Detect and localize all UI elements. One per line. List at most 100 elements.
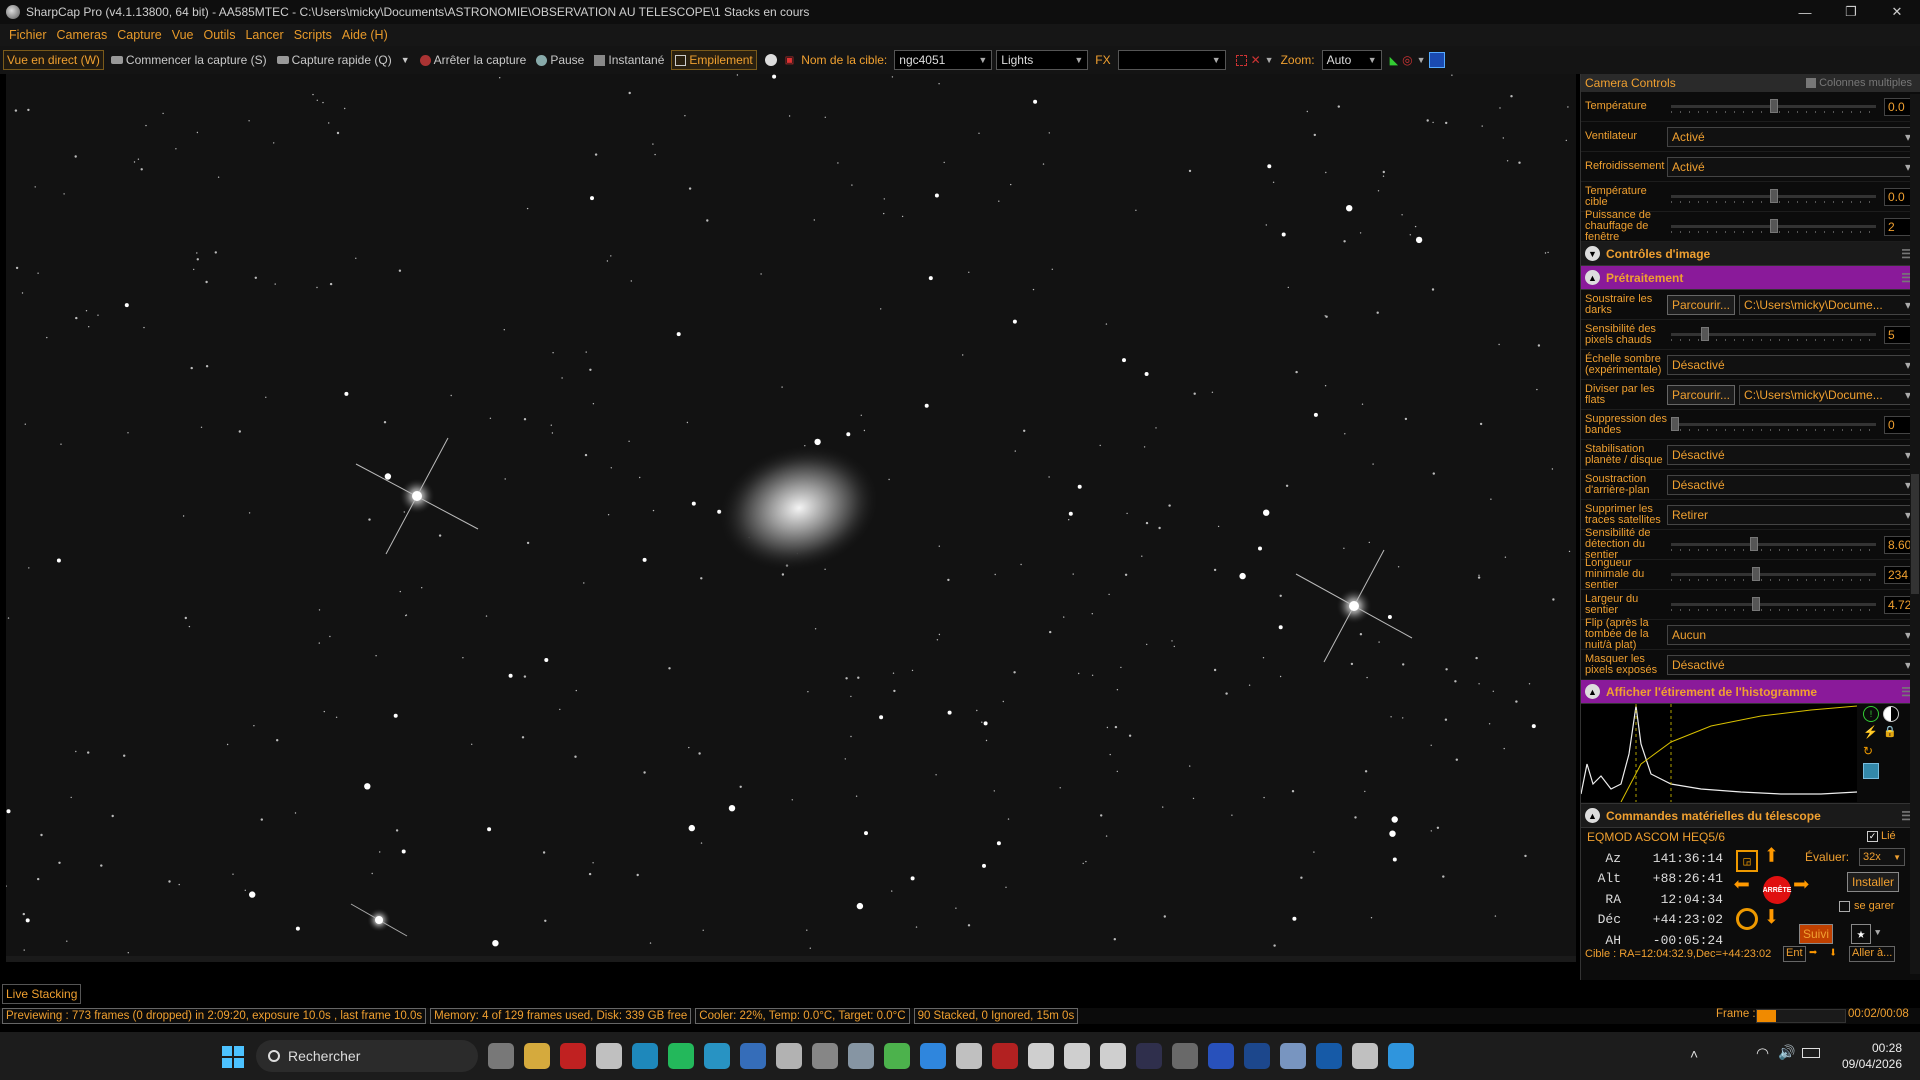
panel-scrollbar-thumb[interactable]	[1911, 474, 1919, 594]
tracking-button[interactable]: Suivi	[1799, 924, 1834, 944]
setting-dropdown[interactable]: Retirer ▾	[1667, 504, 1916, 525]
histogram-display[interactable]: ! ⚡ ↻ 🔒	[1580, 704, 1920, 804]
file-path-dropdown[interactable]: C:\Users\micky\Docume... ▾	[1739, 294, 1916, 315]
app-icon[interactable]	[1100, 1043, 1126, 1069]
taskbar-search[interactable]: Rechercher	[256, 1040, 478, 1072]
setting-dropdown[interactable]: Activé ▾	[1667, 156, 1916, 177]
volume-icon[interactable]: 🔊	[1778, 1044, 1795, 1061]
app-icon[interactable]	[848, 1043, 874, 1069]
minimize-button[interactable]: —	[1782, 0, 1828, 24]
live-view-button[interactable]: Vue en direct (W)	[3, 50, 104, 70]
menu-aide[interactable]: Aide (H)	[342, 28, 388, 42]
slider-thumb[interactable]	[1752, 596, 1761, 611]
sharpcap-icon[interactable]	[812, 1043, 838, 1069]
arrow-left-icon[interactable]: ⬅	[1733, 874, 1763, 904]
setting-slider[interactable]	[1667, 97, 1880, 117]
reticle-icon[interactable]: ✕	[1251, 53, 1261, 67]
setting-dropdown[interactable]: Désactivé ▾	[1667, 444, 1916, 465]
app-icon[interactable]	[956, 1043, 982, 1069]
enter-target-button[interactable]: Ent	[1783, 946, 1806, 962]
selection-rect-icon[interactable]	[1235, 54, 1247, 66]
image-controls-section[interactable]: ▼ Contrôles d'image ☰	[1581, 242, 1920, 266]
checkbox[interactable]	[1806, 78, 1817, 88]
app-icon[interactable]	[1388, 1043, 1414, 1069]
close-button[interactable]: ✕	[1874, 0, 1920, 24]
linked-toggle[interactable]: ✓ Lié	[1867, 830, 1896, 842]
live-stacking-tab[interactable]: Live Stacking	[2, 984, 82, 1004]
focus-icon[interactable]: ◎	[1402, 53, 1412, 67]
app-icon[interactable]	[1316, 1043, 1342, 1069]
moon-icon[interactable]	[764, 54, 777, 66]
app-icon[interactable]	[560, 1043, 586, 1069]
arrow-right-icon[interactable]: ➡	[1809, 945, 1817, 962]
preview-image[interactable]	[6, 74, 1576, 956]
app-icon[interactable]	[1028, 1043, 1054, 1069]
setting-slider[interactable]	[1667, 325, 1880, 345]
goto-button[interactable]: Aller à...	[1849, 946, 1896, 962]
start-capture-button[interactable]: Commencer la capture (S)	[108, 51, 270, 69]
zoom-combo[interactable]: Auto ▼	[1321, 50, 1382, 70]
setting-slider[interactable]	[1667, 535, 1880, 555]
whatsapp-icon[interactable]	[668, 1043, 694, 1069]
setting-dropdown[interactable]: Activé ▾	[1667, 126, 1916, 147]
stop-capture-button[interactable]: Arrêter la capture	[417, 51, 530, 69]
app-icon[interactable]	[1172, 1043, 1198, 1069]
taskbar-clock[interactable]: 00:28 09/04/2026	[1838, 1040, 1902, 1072]
fx-combo[interactable]: ▼	[1117, 50, 1226, 70]
quick-capture-button[interactable]: Capture rapide (Q) ▼	[274, 51, 413, 69]
file-path-dropdown[interactable]: C:\Users\micky\Docume... ▾	[1739, 384, 1916, 405]
setting-slider[interactable]	[1667, 187, 1880, 207]
menu-vue[interactable]: Vue	[172, 28, 194, 42]
slider-thumb[interactable]	[1770, 218, 1779, 233]
rate-select[interactable]: 32x ▼	[1859, 848, 1905, 866]
setting-slider[interactable]	[1667, 595, 1880, 615]
setting-dropdown[interactable]: Désactivé ▾	[1667, 654, 1916, 675]
arrow-right-icon[interactable]: ➡	[1793, 874, 1823, 904]
histogram-icon[interactable]: ◣	[1390, 54, 1398, 67]
notion-icon[interactable]	[596, 1043, 622, 1069]
battery-icon[interactable]	[1802, 1048, 1820, 1058]
setting-dropdown[interactable]: Désactivé ▾	[1667, 354, 1916, 375]
windows-start-icon[interactable]	[222, 1046, 244, 1068]
preprocessing-section[interactable]: ▲ Prétraitement ☰	[1581, 266, 1920, 290]
star-icon[interactable]: ★	[1851, 924, 1871, 944]
menu-cameras[interactable]: Cameras	[57, 28, 108, 42]
snapshot-button[interactable]: Instantané	[591, 51, 667, 69]
arrow-down-icon[interactable]: ⬇	[1763, 906, 1791, 936]
setting-slider[interactable]	[1667, 217, 1880, 237]
app-icon[interactable]	[1064, 1043, 1090, 1069]
save-icon[interactable]	[1863, 763, 1879, 779]
stacking-button[interactable]: Empilement	[671, 50, 757, 70]
sun-icon[interactable]	[1736, 908, 1758, 930]
multi-columns-toggle[interactable]: Colonnes multiples	[1806, 77, 1912, 89]
app-icon[interactable]	[1352, 1043, 1378, 1069]
app-icon[interactable]	[740, 1043, 766, 1069]
slider-thumb[interactable]	[1770, 188, 1779, 203]
maximize-button[interactable]: ❐	[1828, 0, 1874, 24]
app-icon[interactable]	[920, 1043, 946, 1069]
app-icon[interactable]	[1136, 1043, 1162, 1069]
stop-button[interactable]: ARRÊTE	[1763, 876, 1791, 904]
telescope-section[interactable]: ▲ Commandes matérielles du télescope ☰	[1581, 804, 1920, 828]
preview-horizontal-scrollbar[interactable]	[6, 956, 1576, 962]
menu-lancer[interactable]: Lancer	[245, 28, 283, 42]
checkbox[interactable]: ✓	[1867, 830, 1878, 842]
slider-thumb[interactable]	[1750, 536, 1759, 551]
panel-scrollbar[interactable]	[1910, 94, 1920, 974]
menu-capture[interactable]: Capture	[117, 28, 161, 42]
histogram-section[interactable]: ▲ Afficher l'étirement de l'histogramme …	[1581, 680, 1920, 704]
setting-dropdown[interactable]: Aucun ▾	[1667, 624, 1916, 645]
lock-icon[interactable]: 🔒	[1883, 725, 1899, 741]
chevron-down-icon[interactable]: ▼	[1875, 928, 1880, 938]
setting-slider[interactable]	[1667, 415, 1880, 435]
wifi-icon[interactable]: ◠	[1756, 1044, 1769, 1062]
app-icon[interactable]	[1208, 1043, 1234, 1069]
browse-button[interactable]: Parcourir...	[1667, 384, 1736, 405]
slider-thumb[interactable]	[1700, 326, 1709, 341]
app-icon[interactable]	[992, 1043, 1018, 1069]
app-icon[interactable]	[884, 1043, 910, 1069]
task-view-icon[interactable]	[488, 1043, 514, 1069]
edge-icon[interactable]	[632, 1043, 658, 1069]
chevron-down-icon[interactable]: ▼	[401, 55, 410, 65]
chevron-down-icon[interactable]: ▼	[1417, 55, 1426, 65]
